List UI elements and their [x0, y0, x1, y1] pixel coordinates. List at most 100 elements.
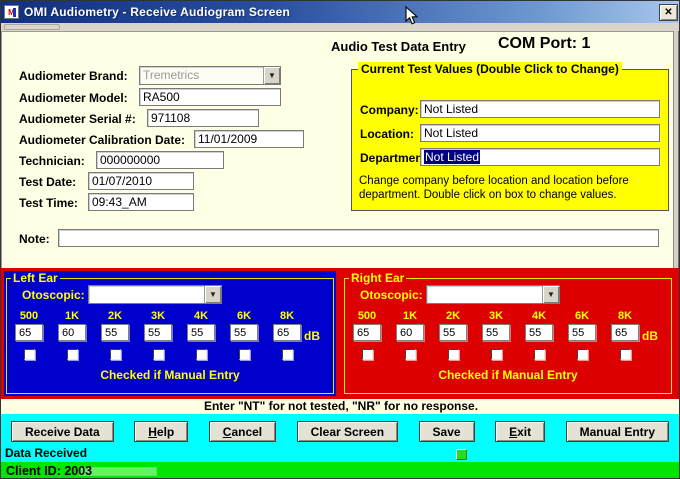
- manual-entry-checkbox[interactable]: [239, 349, 250, 360]
- test-date-label: Test Date:: [19, 175, 76, 189]
- left-otoscopic-value: [89, 286, 204, 303]
- client-id-label: Client ID: 2003: [6, 464, 92, 478]
- right-ear-title: Right Ear: [349, 271, 406, 285]
- serial-input[interactable]: [147, 109, 259, 127]
- window-frame-edge: [673, 31, 679, 268]
- threshold-input[interactable]: [273, 324, 301, 341]
- manual-entry-checkbox[interactable]: [196, 349, 207, 360]
- frequency-label: 3K: [489, 310, 503, 324]
- nt-hint: Enter "NT" for not tested, "NR" for no r…: [1, 399, 680, 414]
- threshold-input[interactable]: [101, 324, 129, 341]
- location-label: Location:: [360, 127, 414, 141]
- threshold-input[interactable]: [396, 324, 424, 341]
- frequency-column: 4K: [187, 310, 215, 360]
- manual-entry-checkbox[interactable]: [110, 349, 121, 360]
- manual-entry-checkbox[interactable]: [491, 349, 502, 360]
- clear-screen-button[interactable]: Clear Screen: [297, 421, 398, 442]
- frequency-column: 1K: [396, 310, 424, 360]
- left-otoscopic-label: Otoscopic:: [22, 288, 85, 302]
- frequency-column: 8K: [611, 310, 639, 360]
- tab-ghost: [4, 24, 60, 30]
- left-ear-panel: Left Ear Otoscopic: ▼ 5001K2K3K4K6K8K dB…: [4, 271, 336, 396]
- threshold-input[interactable]: [611, 324, 639, 341]
- manual-entry-checkbox[interactable]: [153, 349, 164, 360]
- calibration-input[interactable]: [194, 130, 304, 148]
- frequency-label: 1K: [65, 310, 79, 324]
- title-bar[interactable]: M OMI Audiometry - Receive Audiogram Scr…: [1, 1, 680, 23]
- frequency-column: 500: [15, 310, 43, 360]
- manual-entry-button[interactable]: Manual Entry: [566, 421, 669, 442]
- manual-entry-checkbox[interactable]: [448, 349, 459, 360]
- technician-input[interactable]: [96, 151, 224, 169]
- threshold-input[interactable]: [568, 324, 596, 341]
- frequency-column: 6K: [568, 310, 596, 360]
- manual-entry-checkbox[interactable]: [534, 349, 545, 360]
- left-db-label: dB: [304, 329, 320, 343]
- mouse-cursor: [405, 6, 418, 26]
- model-label: Audiometer Model:: [19, 91, 128, 105]
- threshold-input[interactable]: [439, 324, 467, 341]
- save-button[interactable]: Save: [419, 421, 475, 442]
- right-frequency-columns: 5001K2K3K4K6K8K: [353, 310, 654, 360]
- frequency-column: 8K: [273, 310, 301, 360]
- manual-entry-checkbox[interactable]: [282, 349, 293, 360]
- exit-button[interactable]: Exit: [495, 421, 545, 442]
- close-icon[interactable]: ✕: [659, 4, 678, 21]
- manual-entry-checkbox[interactable]: [362, 349, 373, 360]
- selected-text: Not Listed: [424, 150, 480, 164]
- client-bar: Client ID: 2003: [1, 462, 680, 479]
- right-otoscopic-dropdown[interactable]: ▼: [426, 285, 560, 304]
- test-time-input[interactable]: [88, 193, 194, 211]
- frequency-column: 6K: [230, 310, 258, 360]
- note-input[interactable]: [58, 229, 659, 247]
- test-date-input[interactable]: [88, 172, 194, 190]
- manual-entry-checkbox[interactable]: [24, 349, 35, 360]
- left-ear-title: Left Ear: [11, 271, 60, 285]
- serial-label: Audiometer Serial #:: [19, 112, 136, 126]
- frequency-label: 6K: [575, 310, 589, 324]
- frequency-column: 2K: [439, 310, 467, 360]
- current-test-values-panel: Current Test Values (Double Click to Cha…: [351, 69, 669, 211]
- right-manual-entry-label: Checked if Manual Entry: [342, 368, 674, 382]
- right-otoscopic-label: Otoscopic:: [360, 288, 423, 302]
- frequency-label: 8K: [618, 310, 632, 324]
- help-button[interactable]: Help: [134, 421, 188, 442]
- status-text: Data Received: [5, 446, 87, 460]
- threshold-input[interactable]: [525, 324, 553, 341]
- manual-entry-checkbox[interactable]: [620, 349, 631, 360]
- chevron-down-icon: ▼: [542, 286, 559, 303]
- change-order-hint: Change company before location and locat…: [359, 174, 661, 202]
- tick-mark: `: [45, 23, 47, 30]
- page-title: Audio Test Data Entry: [331, 39, 466, 54]
- threshold-input[interactable]: [144, 324, 172, 341]
- current-test-values-title: Current Test Values (Double Click to Cha…: [358, 62, 622, 76]
- frequency-label: 3K: [151, 310, 165, 324]
- calibration-label: Audiometer Calibration Date:: [19, 133, 185, 147]
- frequency-label: 4K: [532, 310, 546, 324]
- threshold-input[interactable]: [15, 324, 43, 341]
- manual-entry-checkbox[interactable]: [67, 349, 78, 360]
- frequency-column: 1K: [58, 310, 86, 360]
- frequency-column: 3K: [482, 310, 510, 360]
- cancel-button[interactable]: Cancel: [209, 421, 276, 442]
- app-logo-icon: M: [4, 5, 19, 19]
- manual-entry-checkbox[interactable]: [405, 349, 416, 360]
- manual-entry-checkbox[interactable]: [577, 349, 588, 360]
- department-input[interactable]: Not Listed: [420, 148, 660, 166]
- threshold-input[interactable]: [187, 324, 215, 341]
- threshold-input[interactable]: [482, 324, 510, 341]
- test-time-label: Test Time:: [19, 196, 78, 210]
- technician-label: Technician:: [19, 154, 85, 168]
- frequency-label: 4K: [194, 310, 208, 324]
- left-otoscopic-dropdown[interactable]: ▼: [88, 285, 222, 304]
- model-input[interactable]: [139, 88, 281, 106]
- chevron-down-icon: ▼: [263, 67, 280, 84]
- frequency-label: 8K: [280, 310, 294, 324]
- right-otoscopic-value: [427, 286, 542, 303]
- threshold-input[interactable]: [353, 324, 381, 341]
- location-input[interactable]: [420, 124, 660, 142]
- receive-data-button[interactable]: Receive Data: [11, 421, 114, 442]
- threshold-input[interactable]: [58, 324, 86, 341]
- company-input[interactable]: [420, 100, 660, 118]
- threshold-input[interactable]: [230, 324, 258, 341]
